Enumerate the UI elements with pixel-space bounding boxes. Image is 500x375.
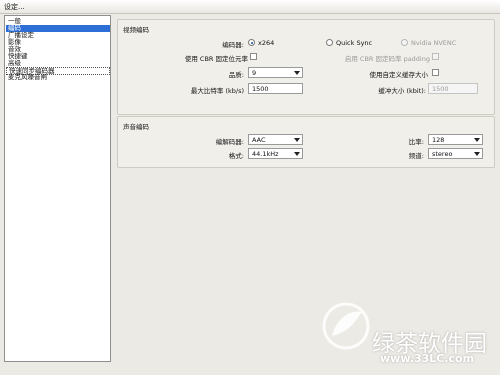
- checkbox-icon[interactable]: [432, 69, 439, 76]
- watermark-leaf-icon: [322, 302, 370, 350]
- buffer-size-label: 缓冲大小 (kbit):: [378, 87, 426, 95]
- encoder-label: 编码器:: [222, 41, 244, 49]
- watermark-url: www.33LC.com: [380, 352, 475, 365]
- audio-channels-label: 频道:: [408, 152, 424, 160]
- settings-panel: 视频编码 编码器: x264 Quick Sync Nvidia NVENC 使…: [115, 17, 495, 362]
- sidebar-item-hotkeys[interactable]: 快捷键: [6, 53, 110, 60]
- sidebar-item-noise-gate[interactable]: 麦克风噪音闸: [6, 74, 110, 81]
- audio-bitrate-select[interactable]: 128: [428, 134, 483, 145]
- max-bitrate-label: 最大比特率 (kb/s): [190, 87, 244, 95]
- quality-label: 品质:: [228, 71, 244, 79]
- video-encoding-group: 视频编码 编码器: x264 Quick Sync Nvidia NVENC 使…: [117, 19, 495, 115]
- sidebar-item-broadcast[interactable]: 广播设定: [6, 32, 110, 39]
- audio-format-select[interactable]: 44.1kHz: [248, 148, 303, 159]
- use-cbr-label: 使用 CBR 固定位元率: [184, 55, 248, 63]
- cbr-padding-label: 启用 CBR 固定码率 padding: [344, 55, 430, 63]
- audio-encoding-title: 声音编码: [123, 123, 149, 131]
- sidebar-item-general[interactable]: 一般: [6, 18, 110, 25]
- sidebar-item-advanced[interactable]: 高级: [6, 60, 110, 67]
- chevron-down-icon: [474, 138, 480, 142]
- video-encoding-title: 视频编码: [123, 26, 149, 34]
- max-bitrate-input[interactable]: 1500: [248, 83, 303, 94]
- sidebar-item-video[interactable]: 影像: [6, 39, 110, 46]
- radio-icon: [401, 39, 408, 46]
- window-title: 设定...: [4, 3, 25, 11]
- encoder-option-quicksync[interactable]: Quick Sync: [336, 39, 372, 47]
- buffer-size-input[interactable]: 1500: [428, 83, 478, 94]
- radio-icon[interactable]: [248, 39, 255, 46]
- settings-category-list[interactable]: 一般 编码 广播设定 影像 音效 快捷键 高级 快速同步编码器 麦克风噪音闸: [4, 15, 111, 362]
- quality-select[interactable]: 9: [248, 67, 303, 78]
- chevron-down-icon: [474, 152, 480, 156]
- audio-codec-select[interactable]: AAC: [248, 134, 303, 145]
- encoder-option-nvenc: Nvidia NVENC: [411, 39, 457, 47]
- audio-codec-label: 编解码器:: [215, 138, 244, 146]
- audio-encoding-group: 声音编码 编解码器: AAC 比率: 128 格式: 44.1kHz 频道: s…: [117, 116, 495, 168]
- radio-icon[interactable]: [326, 39, 333, 46]
- custom-buffer-label: 使用自定义缓存大小: [369, 71, 429, 79]
- title-bar: 设定...: [0, 0, 500, 14]
- audio-channels-select[interactable]: stereo: [428, 148, 483, 159]
- chevron-down-icon: [294, 152, 300, 156]
- checkbox-icon[interactable]: [250, 53, 257, 60]
- chevron-down-icon: [294, 138, 300, 142]
- audio-format-label: 格式:: [228, 152, 244, 160]
- chevron-down-icon: [294, 71, 300, 75]
- audio-bitrate-label: 比率:: [408, 138, 424, 146]
- checkbox-icon: [432, 53, 439, 60]
- encoder-option-x264[interactable]: x264: [258, 39, 274, 47]
